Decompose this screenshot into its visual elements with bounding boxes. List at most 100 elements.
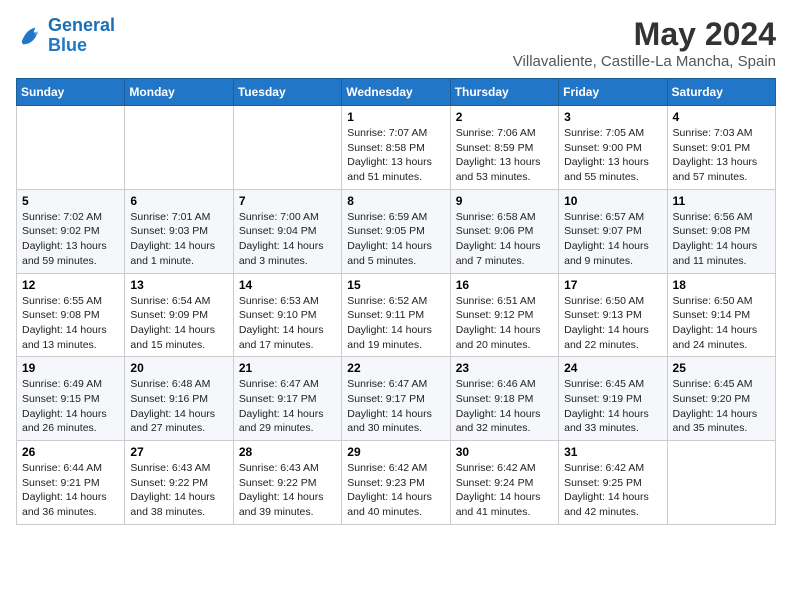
day-number: 31 xyxy=(564,445,661,459)
day-number: 8 xyxy=(347,194,444,208)
day-number: 15 xyxy=(347,278,444,292)
calendar-cell: 25 Sunrise: 6:45 AMSunset: 9:20 PMDaylig… xyxy=(667,357,775,441)
logo: General Blue xyxy=(16,16,115,56)
calendar-cell: 31 Sunrise: 6:42 AMSunset: 9:25 PMDaylig… xyxy=(559,441,667,525)
day-detail: Sunrise: 6:48 AMSunset: 9:16 PMDaylight:… xyxy=(130,377,227,436)
day-detail: Sunrise: 6:47 AMSunset: 9:17 PMDaylight:… xyxy=(347,377,444,436)
calendar-cell: 4 Sunrise: 7:03 AMSunset: 9:01 PMDayligh… xyxy=(667,106,775,190)
col-header-sunday: Sunday xyxy=(17,79,125,106)
day-detail: Sunrise: 6:53 AMSunset: 9:10 PMDaylight:… xyxy=(239,294,336,353)
day-number: 20 xyxy=(130,361,227,375)
day-number: 16 xyxy=(456,278,553,292)
day-detail: Sunrise: 6:47 AMSunset: 9:17 PMDaylight:… xyxy=(239,377,336,436)
logo-blue: Blue xyxy=(48,35,87,55)
day-detail: Sunrise: 6:42 AMSunset: 9:24 PMDaylight:… xyxy=(456,461,553,520)
day-detail: Sunrise: 6:56 AMSunset: 9:08 PMDaylight:… xyxy=(673,210,770,269)
day-detail: Sunrise: 6:42 AMSunset: 9:25 PMDaylight:… xyxy=(564,461,661,520)
day-detail: Sunrise: 7:07 AMSunset: 8:58 PMDaylight:… xyxy=(347,126,444,185)
day-detail: Sunrise: 6:44 AMSunset: 9:21 PMDaylight:… xyxy=(22,461,119,520)
month-title: May 2024 xyxy=(513,16,776,53)
day-detail: Sunrise: 6:52 AMSunset: 9:11 PMDaylight:… xyxy=(347,294,444,353)
calendar-cell: 6 Sunrise: 7:01 AMSunset: 9:03 PMDayligh… xyxy=(125,189,233,273)
calendar-cell: 1 Sunrise: 7:07 AMSunset: 8:58 PMDayligh… xyxy=(342,106,450,190)
day-number: 13 xyxy=(130,278,227,292)
day-number: 11 xyxy=(673,194,770,208)
day-number: 17 xyxy=(564,278,661,292)
day-detail: Sunrise: 7:02 AMSunset: 9:02 PMDaylight:… xyxy=(22,210,119,269)
calendar-cell: 15 Sunrise: 6:52 AMSunset: 9:11 PMDaylig… xyxy=(342,273,450,357)
calendar-cell: 19 Sunrise: 6:49 AMSunset: 9:15 PMDaylig… xyxy=(17,357,125,441)
calendar-cell: 23 Sunrise: 6:46 AMSunset: 9:18 PMDaylig… xyxy=(450,357,558,441)
calendar-cell xyxy=(125,106,233,190)
day-detail: Sunrise: 7:03 AMSunset: 9:01 PMDaylight:… xyxy=(673,126,770,185)
calendar-cell: 13 Sunrise: 6:54 AMSunset: 9:09 PMDaylig… xyxy=(125,273,233,357)
day-number: 6 xyxy=(130,194,227,208)
day-number: 3 xyxy=(564,110,661,124)
day-number: 22 xyxy=(347,361,444,375)
calendar-cell: 3 Sunrise: 7:05 AMSunset: 9:00 PMDayligh… xyxy=(559,106,667,190)
col-header-thursday: Thursday xyxy=(450,79,558,106)
day-detail: Sunrise: 6:46 AMSunset: 9:18 PMDaylight:… xyxy=(456,377,553,436)
day-detail: Sunrise: 6:50 AMSunset: 9:13 PMDaylight:… xyxy=(564,294,661,353)
calendar-cell: 17 Sunrise: 6:50 AMSunset: 9:13 PMDaylig… xyxy=(559,273,667,357)
day-detail: Sunrise: 6:43 AMSunset: 9:22 PMDaylight:… xyxy=(130,461,227,520)
day-number: 12 xyxy=(22,278,119,292)
calendar-table: SundayMondayTuesdayWednesdayThursdayFrid… xyxy=(16,78,776,525)
day-detail: Sunrise: 6:55 AMSunset: 9:08 PMDaylight:… xyxy=(22,294,119,353)
day-detail: Sunrise: 6:57 AMSunset: 9:07 PMDaylight:… xyxy=(564,210,661,269)
calendar-cell: 8 Sunrise: 6:59 AMSunset: 9:05 PMDayligh… xyxy=(342,189,450,273)
calendar-cell: 24 Sunrise: 6:45 AMSunset: 9:19 PMDaylig… xyxy=(559,357,667,441)
day-number: 1 xyxy=(347,110,444,124)
day-detail: Sunrise: 7:05 AMSunset: 9:00 PMDaylight:… xyxy=(564,126,661,185)
day-number: 21 xyxy=(239,361,336,375)
day-detail: Sunrise: 7:01 AMSunset: 9:03 PMDaylight:… xyxy=(130,210,227,269)
day-detail: Sunrise: 6:54 AMSunset: 9:09 PMDaylight:… xyxy=(130,294,227,353)
calendar-cell: 20 Sunrise: 6:48 AMSunset: 9:16 PMDaylig… xyxy=(125,357,233,441)
title-block: May 2024 Villavaliente, Castille-La Manc… xyxy=(513,16,776,70)
day-detail: Sunrise: 6:42 AMSunset: 9:23 PMDaylight:… xyxy=(347,461,444,520)
calendar-cell: 26 Sunrise: 6:44 AMSunset: 9:21 PMDaylig… xyxy=(17,441,125,525)
calendar-cell: 22 Sunrise: 6:47 AMSunset: 9:17 PMDaylig… xyxy=(342,357,450,441)
day-number: 25 xyxy=(673,361,770,375)
day-number: 27 xyxy=(130,445,227,459)
day-number: 7 xyxy=(239,194,336,208)
calendar-header-row: SundayMondayTuesdayWednesdayThursdayFrid… xyxy=(17,79,776,106)
day-number: 29 xyxy=(347,445,444,459)
calendar-week-row: 19 Sunrise: 6:49 AMSunset: 9:15 PMDaylig… xyxy=(17,357,776,441)
day-detail: Sunrise: 6:45 AMSunset: 9:20 PMDaylight:… xyxy=(673,377,770,436)
day-detail: Sunrise: 6:50 AMSunset: 9:14 PMDaylight:… xyxy=(673,294,770,353)
day-detail: Sunrise: 6:59 AMSunset: 9:05 PMDaylight:… xyxy=(347,210,444,269)
calendar-cell: 7 Sunrise: 7:00 AMSunset: 9:04 PMDayligh… xyxy=(233,189,341,273)
calendar-cell: 2 Sunrise: 7:06 AMSunset: 8:59 PMDayligh… xyxy=(450,106,558,190)
location-subtitle: Villavaliente, Castille-La Mancha, Spain xyxy=(513,53,776,70)
calendar-cell: 28 Sunrise: 6:43 AMSunset: 9:22 PMDaylig… xyxy=(233,441,341,525)
calendar-cell: 18 Sunrise: 6:50 AMSunset: 9:14 PMDaylig… xyxy=(667,273,775,357)
calendar-week-row: 1 Sunrise: 7:07 AMSunset: 8:58 PMDayligh… xyxy=(17,106,776,190)
calendar-cell: 9 Sunrise: 6:58 AMSunset: 9:06 PMDayligh… xyxy=(450,189,558,273)
col-header-tuesday: Tuesday xyxy=(233,79,341,106)
day-detail: Sunrise: 6:45 AMSunset: 9:19 PMDaylight:… xyxy=(564,377,661,436)
calendar-week-row: 12 Sunrise: 6:55 AMSunset: 9:08 PMDaylig… xyxy=(17,273,776,357)
day-number: 5 xyxy=(22,194,119,208)
col-header-wednesday: Wednesday xyxy=(342,79,450,106)
calendar-cell: 27 Sunrise: 6:43 AMSunset: 9:22 PMDaylig… xyxy=(125,441,233,525)
day-detail: Sunrise: 6:51 AMSunset: 9:12 PMDaylight:… xyxy=(456,294,553,353)
day-number: 24 xyxy=(564,361,661,375)
col-header-saturday: Saturday xyxy=(667,79,775,106)
col-header-friday: Friday xyxy=(559,79,667,106)
calendar-cell xyxy=(233,106,341,190)
day-number: 19 xyxy=(22,361,119,375)
calendar-cell: 5 Sunrise: 7:02 AMSunset: 9:02 PMDayligh… xyxy=(17,189,125,273)
calendar-cell xyxy=(17,106,125,190)
page-header: General Blue May 2024 Villavaliente, Cas… xyxy=(16,16,776,70)
logo-bird-icon xyxy=(16,22,44,50)
calendar-cell: 16 Sunrise: 6:51 AMSunset: 9:12 PMDaylig… xyxy=(450,273,558,357)
day-number: 26 xyxy=(22,445,119,459)
logo-general: General xyxy=(48,15,115,35)
day-number: 18 xyxy=(673,278,770,292)
day-number: 4 xyxy=(673,110,770,124)
day-number: 10 xyxy=(564,194,661,208)
day-number: 30 xyxy=(456,445,553,459)
calendar-week-row: 26 Sunrise: 6:44 AMSunset: 9:21 PMDaylig… xyxy=(17,441,776,525)
day-detail: Sunrise: 6:43 AMSunset: 9:22 PMDaylight:… xyxy=(239,461,336,520)
